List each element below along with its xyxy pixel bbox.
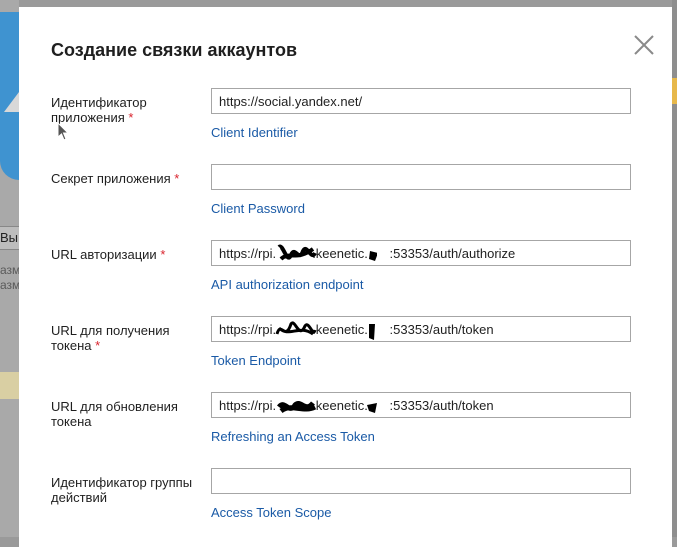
background-bar bbox=[0, 372, 19, 399]
background-tab: Вы bbox=[0, 226, 19, 250]
required-marker: * bbox=[174, 171, 180, 186]
background-text: азме bbox=[0, 278, 19, 292]
token-url-input[interactable] bbox=[211, 316, 631, 342]
background-button-edge bbox=[672, 78, 677, 104]
required-marker: * bbox=[95, 338, 101, 353]
field-label-auth-url: URL авторизации * bbox=[51, 247, 201, 262]
client-id-input[interactable] bbox=[211, 88, 631, 114]
field-label-token-url: URL для получения токена * bbox=[51, 323, 201, 353]
label-text: Секрет приложения bbox=[51, 171, 171, 186]
background-text: азме bbox=[0, 263, 19, 277]
scope-input[interactable] bbox=[211, 468, 631, 494]
refresh-url-hint-link[interactable]: Refreshing an Access Token bbox=[211, 429, 375, 444]
client-secret-hint-link[interactable]: Client Password bbox=[211, 201, 305, 216]
client-secret-input[interactable] bbox=[211, 164, 631, 190]
label-text: URL для получения токена bbox=[51, 323, 170, 353]
scope-hint-link[interactable]: Access Token Scope bbox=[211, 505, 331, 520]
field-label-client-id: Идентификатор приложения * bbox=[51, 95, 201, 125]
field-label-client-secret: Секрет приложения * bbox=[51, 171, 201, 186]
token-url-hint-link[interactable]: Token Endpoint bbox=[211, 353, 301, 368]
mouse-cursor-icon bbox=[57, 122, 69, 141]
close-icon bbox=[634, 35, 654, 55]
required-marker: * bbox=[128, 110, 134, 125]
label-text: URL для обновления токена bbox=[51, 399, 178, 429]
label-text: Идентификатор группы действий bbox=[51, 475, 193, 505]
field-label-scope: Идентификатор группы действий bbox=[51, 475, 201, 505]
dialog-title: Создание связки аккаунтов bbox=[51, 40, 298, 60]
refresh-url-input[interactable] bbox=[211, 392, 631, 418]
required-marker: * bbox=[160, 247, 166, 262]
client-id-hint-link[interactable]: Client Identifier bbox=[211, 125, 298, 140]
close-button[interactable] bbox=[633, 34, 655, 56]
auth-url-input[interactable] bbox=[211, 240, 631, 266]
account-link-dialog: Создание связки аккаунтов Идентификатор … bbox=[19, 7, 672, 547]
auth-url-hint-link[interactable]: API authorization endpoint bbox=[211, 277, 364, 292]
field-label-refresh-url: URL для обновления токена bbox=[51, 399, 201, 429]
label-text: URL авторизации bbox=[51, 247, 157, 262]
